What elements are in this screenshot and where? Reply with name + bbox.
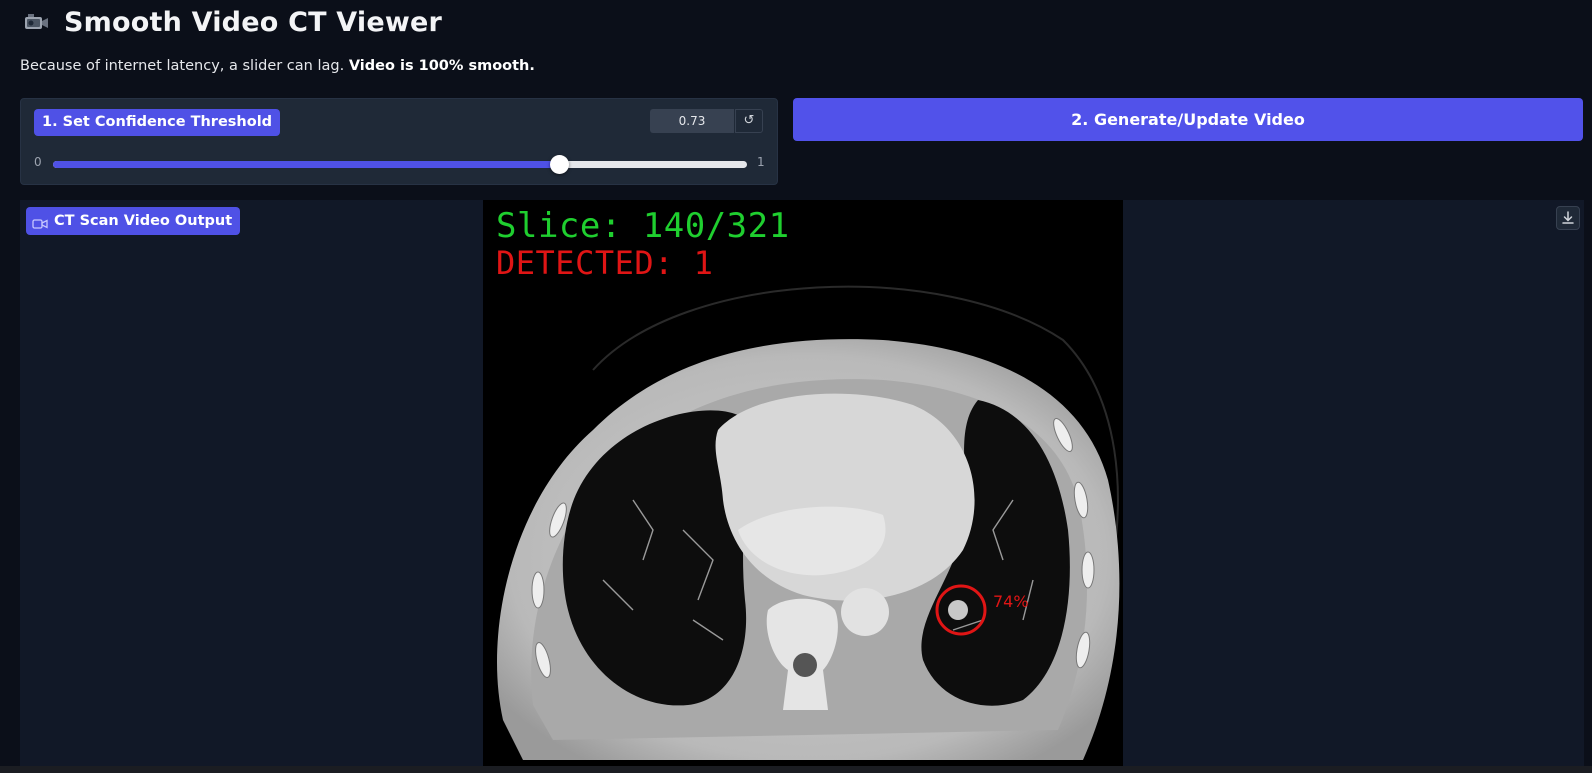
slider-track[interactable]	[53, 155, 747, 174]
slider-min-label: 0	[34, 155, 42, 169]
video-output-label: CT Scan Video Output	[26, 207, 241, 235]
video-output-panel: CT Scan Video Output Slice: 140/321 DETE…	[20, 200, 1584, 773]
ct-scan-image	[483, 200, 1123, 773]
video-icon	[32, 215, 48, 229]
detected-counter: DETECTED: 1	[496, 244, 714, 282]
reset-icon: ↺	[743, 113, 755, 128]
slider-label: 1. Set Confidence Threshold	[34, 109, 281, 136]
slider-max-label: 1	[757, 155, 765, 169]
threshold-slider-panel: 1. Set Confidence Threshold 0.73 ↺ 0 1	[20, 98, 778, 185]
subtitle: Because of internet latency, a slider ca…	[20, 58, 535, 74]
ct-video-player[interactable]: Slice: 140/321 DETECTED: 1 74%	[483, 200, 1123, 773]
slice-counter: Slice: 140/321	[496, 206, 790, 246]
bottom-bar	[0, 766, 1592, 773]
subtitle-bold: Video is 100% smooth.	[348, 58, 535, 74]
detection-confidence-label: 74%	[993, 592, 1029, 611]
download-icon	[1562, 211, 1574, 224]
video-output-label-text: CT Scan Video Output	[54, 213, 233, 229]
slider-thumb[interactable]	[549, 155, 569, 174]
app-page: Smooth Video CT Viewer Because of intern…	[0, 0, 1592, 773]
generate-video-button[interactable]: 2. Generate/Update Video	[793, 98, 1583, 141]
header: Smooth Video CT Viewer	[22, 4, 442, 40]
slider-fill	[53, 161, 560, 168]
reset-button[interactable]: ↺	[735, 109, 763, 133]
threshold-value-input[interactable]: 0.73	[650, 109, 734, 133]
subtitle-text: Because of internet latency, a slider ca…	[20, 58, 349, 74]
page-title: Smooth Video CT Viewer	[64, 6, 443, 38]
download-button[interactable]	[1556, 206, 1580, 230]
video-camera-icon	[22, 11, 50, 33]
